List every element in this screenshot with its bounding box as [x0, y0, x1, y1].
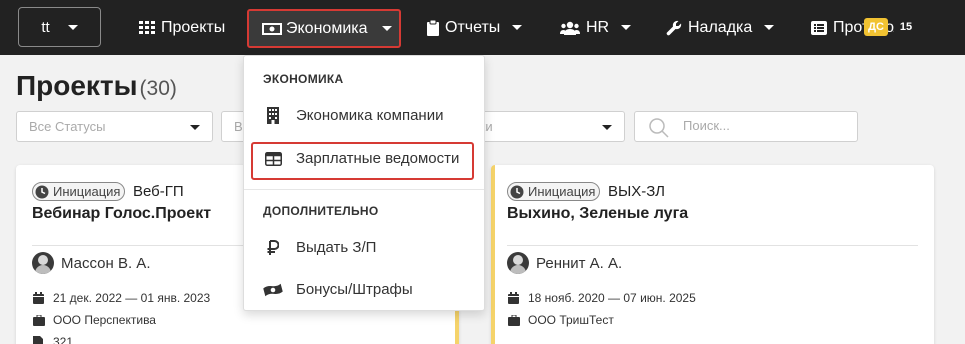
project-company: ООО Перспектива: [33, 313, 156, 327]
menu-item-pay-salary[interactable]: Выдать З/П: [263, 239, 376, 256]
nav-projects[interactable]: Проекты: [139, 0, 225, 55]
nav-hr[interactable]: HR: [560, 0, 632, 55]
project-manager: Реннит А. А.: [507, 252, 622, 274]
table-icon: [263, 151, 283, 166]
dates-text: 18 нояб. 2020 — 07 июн. 2025: [528, 291, 696, 305]
menu-item-payroll[interactable]: Зарплатные ведомости: [263, 150, 459, 167]
building-icon: [263, 107, 283, 124]
project-card[interactable]: Инициация ВЫХ-ЗЛ Выхино, Зеленые луга Ре…: [491, 165, 934, 344]
clock-icon: [35, 185, 49, 199]
nav-reports[interactable]: Отчеты: [427, 0, 523, 55]
page-title-text: Проекты: [16, 70, 138, 101]
chevron-down-icon: [512, 25, 523, 30]
dropdown-divider: [244, 189, 484, 190]
status-filter-select[interactable]: Все Статусы: [16, 111, 213, 142]
second-filter-value: В: [234, 119, 243, 134]
grid-icon: [139, 20, 155, 35]
company-text: ООО Перспектива: [53, 313, 156, 327]
project-title[interactable]: Вебинар Голос.Проект: [32, 205, 211, 223]
dropdown-section-header: ЭКОНОМИКА: [263, 72, 344, 86]
nav-economics-label: Экономика: [286, 19, 368, 37]
clipboard-icon: [427, 19, 439, 36]
manager-name: Массон В. А.: [61, 254, 151, 272]
count-badge: 15: [894, 18, 918, 36]
ruble-icon: [263, 239, 283, 256]
dropdown-section-header: ДОПОЛНИТЕЛЬНО: [263, 204, 379, 218]
chevron-down-icon: [190, 125, 200, 130]
list-icon: [811, 20, 827, 35]
menu-item-label: Зарплатные ведомости: [296, 150, 460, 167]
nav-setup-label: Наладка: [688, 18, 753, 36]
chevron-down-icon: [381, 26, 392, 31]
ds-badge: ДС: [864, 18, 888, 36]
nav-economics[interactable]: Экономика: [247, 9, 401, 48]
money-bill-wave-icon: [263, 283, 283, 297]
chevron-down-icon: [621, 25, 632, 30]
chevron-down-icon: [602, 125, 612, 130]
company-text: ООО ТришТест: [528, 313, 614, 327]
avatar: [507, 252, 529, 274]
economics-dropdown-menu: ЭКОНОМИКА Экономика компании Зарплатные …: [243, 55, 485, 311]
briefcase-icon: [508, 314, 520, 326]
calendar-icon: [33, 292, 45, 304]
card-accent-stripe: [491, 165, 495, 344]
project-dates: 18 нояб. 2020 — 07 июн. 2025: [508, 291, 696, 305]
file-icon: [33, 336, 45, 344]
status-badge: Инициация: [32, 182, 126, 201]
money-icon: [262, 22, 282, 35]
status-badge: Инициация: [507, 182, 601, 201]
status-filter-value: Все Статусы: [29, 119, 106, 134]
user-menu-label: tt: [41, 18, 50, 36]
top-navbar: tt Проекты Экономика Отчеты HR Наладка: [0, 0, 965, 55]
project-count: (30): [139, 77, 177, 100]
card-divider: [507, 245, 918, 246]
avatar: [32, 252, 54, 274]
project-dates: 21 дек. 2022 — 01 янв. 2023: [33, 291, 210, 305]
project-title[interactable]: Выхино, Зеленые луга: [507, 205, 688, 223]
status-text: Инициация: [53, 184, 121, 199]
project-code: ВЫХ-ЗЛ: [608, 183, 666, 200]
status-text: Инициация: [528, 184, 596, 199]
extra-text: 321: [53, 335, 74, 344]
user-menu-button[interactable]: tt: [18, 7, 101, 47]
nav-hr-label: HR: [586, 18, 610, 36]
calendar-icon: [508, 292, 520, 304]
project-company: ООО ТришТест: [508, 313, 614, 327]
chevron-down-icon: [764, 25, 775, 30]
page-title: Проекты(30): [16, 70, 177, 102]
menu-item-company-economics[interactable]: Экономика компании: [263, 107, 443, 124]
nav-setup[interactable]: Наладка: [666, 0, 775, 55]
project-code: Веб-ГП: [133, 183, 184, 200]
dates-text: 21 дек. 2022 — 01 янв. 2023: [53, 291, 211, 305]
briefcase-icon: [33, 314, 45, 326]
nav-projects-label: Проекты: [161, 18, 226, 36]
search-input[interactable]: [683, 118, 843, 133]
project-manager: Массон В. А.: [32, 252, 150, 274]
menu-item-label: Выдать З/П: [296, 239, 377, 256]
chevron-down-icon: [67, 24, 78, 30]
clock-icon: [510, 185, 524, 199]
users-icon: [560, 21, 580, 35]
project-extra: 321: [33, 335, 73, 344]
manager-name: Реннит А. А.: [536, 254, 623, 272]
nav-reports-label: Отчеты: [445, 18, 501, 36]
menu-item-label: Бонусы/Штрафы: [296, 281, 413, 298]
search-box[interactable]: [634, 111, 858, 142]
menu-item-label: Экономика компании: [296, 107, 444, 124]
search-icon: [648, 117, 670, 144]
wrench-icon: [666, 20, 682, 36]
menu-item-bonuses-fines[interactable]: Бонусы/Штрафы: [263, 281, 413, 298]
